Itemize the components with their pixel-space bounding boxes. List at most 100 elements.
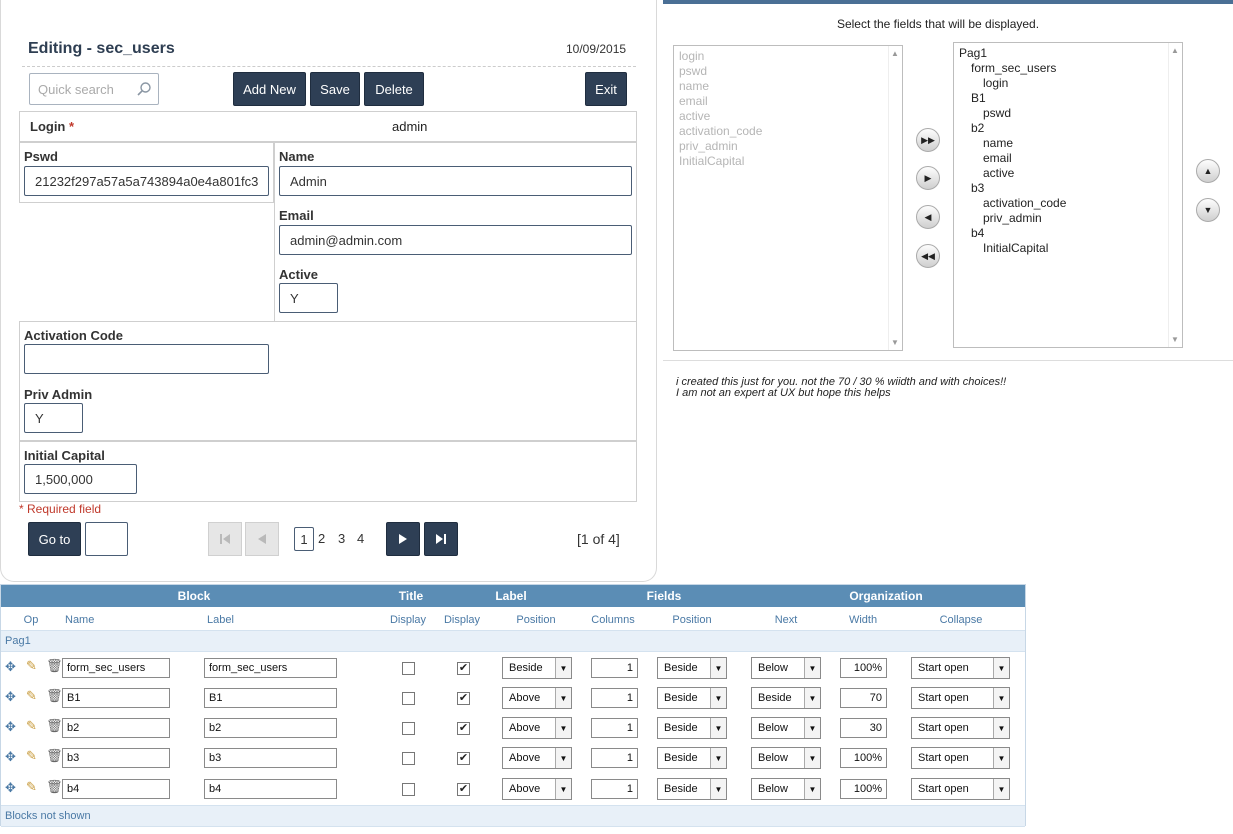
columns-input[interactable]: 1 [591, 748, 638, 768]
selected-field-item[interactable]: pswd [959, 106, 1177, 121]
block-label-input[interactable]: B1 [204, 688, 337, 708]
next-select[interactable]: Below ▼ [751, 717, 821, 739]
move-all-right-button[interactable]: ▶▶ [916, 128, 940, 152]
collapse-select[interactable]: Start open ▼ [911, 657, 1010, 679]
block-label-input[interactable]: b2 [204, 718, 337, 738]
next-select[interactable]: Below ▼ [751, 747, 821, 769]
selected-field-item[interactable]: login [959, 76, 1177, 91]
active-field[interactable]: Y [279, 283, 338, 313]
trash-icon[interactable]: 🗑 [46, 658, 63, 674]
last-page-button[interactable] [424, 522, 458, 556]
label-display-checkbox[interactable]: ✔ [457, 692, 470, 705]
block-name-input[interactable]: form_sec_users [62, 658, 170, 678]
block-name-input[interactable]: b2 [62, 718, 170, 738]
delete-button[interactable]: Delete [364, 72, 424, 106]
collapse-select[interactable]: Start open ▼ [911, 747, 1010, 769]
block-label-input[interactable]: form_sec_users [204, 658, 337, 678]
title-display-checkbox[interactable] [402, 783, 415, 796]
goto-page-input[interactable] [85, 522, 128, 556]
save-button[interactable]: Save [310, 72, 360, 106]
priv-admin-field[interactable]: Y [24, 403, 83, 433]
label-position-select[interactable]: Above ▼ [502, 747, 572, 769]
activation-code-field[interactable] [24, 344, 269, 374]
move-handle-icon[interactable]: ✥ [5, 719, 16, 735]
edit-icon[interactable]: ✎ [26, 779, 37, 795]
trash-icon[interactable]: 🗑 [46, 748, 63, 764]
title-display-checkbox[interactable] [402, 722, 415, 735]
width-input[interactable]: 100% [840, 748, 887, 768]
selected-field-item[interactable]: active [959, 166, 1177, 181]
selected-field-item[interactable]: InitialCapital [959, 241, 1177, 256]
selected-list-scrollbar[interactable]: ▲ ▼ [1168, 43, 1182, 347]
label-position-select[interactable]: Above ▼ [502, 778, 572, 800]
label-display-checkbox[interactable]: ✔ [457, 722, 470, 735]
next-select[interactable]: Below ▼ [751, 778, 821, 800]
search-icon[interactable] [136, 81, 152, 97]
edit-icon[interactable]: ✎ [26, 658, 37, 674]
columns-input[interactable]: 1 [591, 718, 638, 738]
fields-position-select[interactable]: Beside ▼ [657, 687, 727, 709]
columns-input[interactable]: 1 [591, 688, 638, 708]
selected-field-item[interactable]: b4 [959, 226, 1177, 241]
label-display-checkbox[interactable]: ✔ [457, 662, 470, 675]
label-position-select[interactable]: Beside ▼ [502, 657, 572, 679]
title-display-checkbox[interactable] [402, 662, 415, 675]
move-down-button[interactable]: ▼ [1196, 198, 1220, 222]
fields-position-select[interactable]: Beside ▼ [657, 657, 727, 679]
selected-field-item[interactable]: email [959, 151, 1177, 166]
trash-icon[interactable]: 🗑 [46, 688, 63, 704]
page-link-current[interactable]: 1 [294, 527, 314, 551]
edit-icon[interactable]: ✎ [26, 718, 37, 734]
block-name-input[interactable]: b4 [62, 779, 170, 799]
move-right-button[interactable]: ▶ [916, 166, 940, 190]
available-fields-list[interactable]: login pswd name email active activation_code p… [673, 45, 903, 351]
block-label-input[interactable]: b4 [204, 779, 337, 799]
title-display-checkbox[interactable] [402, 692, 415, 705]
selected-field-item[interactable]: B1 [959, 91, 1177, 106]
columns-input[interactable]: 1 [591, 658, 638, 678]
available-field-item[interactable]: activation_code [679, 124, 897, 139]
block-name-input[interactable]: b3 [62, 748, 170, 768]
selected-field-item[interactable]: name [959, 136, 1177, 151]
available-field-item[interactable]: priv_admin [679, 139, 897, 154]
move-handle-icon[interactable]: ✥ [5, 780, 16, 796]
add-new-button[interactable]: Add New [233, 72, 306, 106]
next-select[interactable]: Below ▼ [751, 657, 821, 679]
edit-icon[interactable]: ✎ [26, 688, 37, 704]
collapse-select[interactable]: Start open ▼ [911, 778, 1010, 800]
label-display-checkbox[interactable]: ✔ [457, 783, 470, 796]
available-field-item[interactable]: pswd [679, 64, 897, 79]
fields-position-select[interactable]: Beside ▼ [657, 747, 727, 769]
email-field[interactable]: admin@admin.com [279, 225, 632, 255]
available-field-item[interactable]: InitialCapital [679, 154, 897, 169]
width-input[interactable]: 70 [840, 688, 887, 708]
selected-field-item[interactable]: priv_admin [959, 211, 1177, 226]
collapse-select[interactable]: Start open ▼ [911, 687, 1010, 709]
trash-icon[interactable]: 🗑 [46, 718, 63, 734]
selected-field-item[interactable]: form_sec_users [959, 61, 1177, 76]
available-list-scrollbar[interactable]: ▲ ▼ [888, 46, 902, 350]
selected-field-item[interactable]: activation_code [959, 196, 1177, 211]
next-page-button[interactable] [386, 522, 420, 556]
label-position-select[interactable]: Above ▼ [502, 717, 572, 739]
move-left-button[interactable]: ◀ [916, 205, 940, 229]
name-field[interactable]: Admin [279, 166, 632, 196]
move-handle-icon[interactable]: ✥ [5, 659, 16, 675]
fields-position-select[interactable]: Beside ▼ [657, 717, 727, 739]
width-input[interactable]: 100% [840, 779, 887, 799]
first-page-button[interactable] [208, 522, 242, 556]
available-field-item[interactable]: name [679, 79, 897, 94]
initial-capital-field[interactable]: 1,500,000 [24, 464, 137, 494]
move-handle-icon[interactable]: ✥ [5, 689, 16, 705]
edit-icon[interactable]: ✎ [26, 748, 37, 764]
move-handle-icon[interactable]: ✥ [5, 749, 16, 765]
move-up-button[interactable]: ▲ [1196, 159, 1220, 183]
move-all-left-button[interactable]: ◀◀ [916, 244, 940, 268]
width-input[interactable]: 100% [840, 658, 887, 678]
page-link[interactable]: 4 [357, 531, 364, 546]
selected-field-item[interactable]: b2 [959, 121, 1177, 136]
block-label-input[interactable]: b3 [204, 748, 337, 768]
selected-field-item[interactable]: b3 [959, 181, 1177, 196]
page-link[interactable]: 3 [338, 531, 345, 546]
page-link[interactable]: 2 [318, 531, 325, 546]
